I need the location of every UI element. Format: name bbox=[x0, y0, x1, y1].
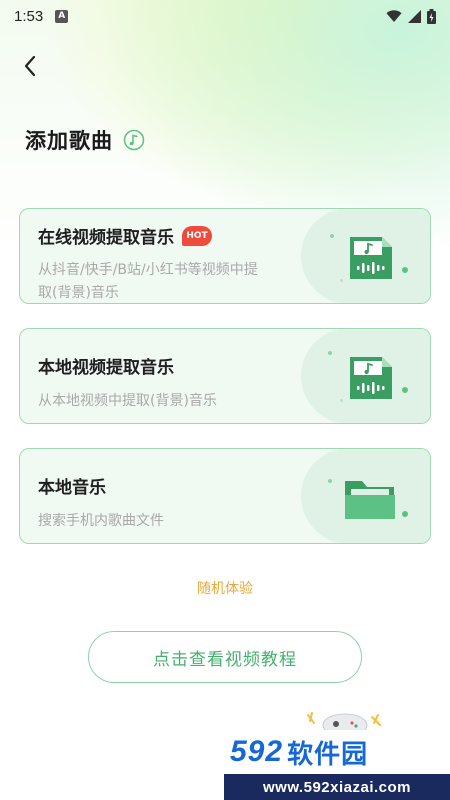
view-tutorial-button[interactable]: 点击查看视频教程 bbox=[88, 631, 362, 683]
card-online-video-extract[interactable]: 在线视频提取音乐 HOT 从抖音/快手/B站/小红书等视频中提 取(背景)音乐 bbox=[19, 208, 431, 304]
battery-icon bbox=[427, 8, 436, 24]
watermark-brand: 软件园 bbox=[287, 739, 369, 770]
card-description-line: 取(背景)音乐 bbox=[38, 285, 119, 301]
decoration-dot bbox=[402, 387, 408, 393]
folder-icon bbox=[345, 481, 395, 519]
card-local-video-extract[interactable]: 本地视频提取音乐 从本地视频中提取(背景)音乐 bbox=[19, 328, 431, 424]
random-experience-link[interactable]: 随机体验 bbox=[0, 578, 450, 598]
card-title: 本地音乐 bbox=[38, 478, 106, 498]
card-description-line: 搜索手机内歌曲文件 bbox=[38, 513, 164, 529]
chevron-left-icon bbox=[24, 55, 36, 77]
watermark-url: www.592xiazai.com bbox=[224, 774, 450, 800]
status-time: 1:53 bbox=[14, 7, 44, 25]
card-title: 在线视频提取音乐 bbox=[38, 228, 174, 248]
card-title-row: 本地音乐 bbox=[38, 473, 106, 498]
card-title-row: 在线视频提取音乐 HOT bbox=[38, 223, 212, 248]
hot-badge: HOT bbox=[182, 225, 212, 246]
music-file-icon bbox=[350, 357, 392, 399]
watermark-logo: 592 软件园 bbox=[224, 730, 450, 774]
music-note-icon bbox=[123, 129, 145, 151]
wifi-icon bbox=[386, 9, 402, 22]
page-title-row: 添加歌曲 bbox=[25, 125, 145, 155]
decoration-dot bbox=[402, 267, 408, 273]
back-button[interactable] bbox=[14, 50, 46, 82]
site-watermark: 592 软件园 www.592xiazai.com bbox=[224, 730, 450, 800]
signal-icon bbox=[408, 9, 421, 23]
notification-icon: A bbox=[55, 9, 69, 23]
status-bar: 1:53 A bbox=[0, 0, 450, 32]
card-title-row: 本地视频提取音乐 bbox=[38, 353, 174, 378]
decoration-dot bbox=[340, 279, 343, 282]
page-title: 添加歌曲 bbox=[25, 129, 113, 153]
music-file-icon bbox=[350, 237, 392, 279]
card-description: 搜索手机内歌曲文件 bbox=[38, 510, 328, 533]
card-description-line: 从本地视频中提取(背景)音乐 bbox=[38, 393, 217, 409]
status-icons bbox=[386, 8, 436, 24]
decoration-dot bbox=[340, 399, 343, 402]
card-local-music[interactable]: 本地音乐 搜索手机内歌曲文件 bbox=[19, 448, 431, 544]
decoration-dot bbox=[330, 234, 334, 238]
watermark-number: 592 bbox=[230, 735, 284, 768]
card-title: 本地视频提取音乐 bbox=[38, 358, 174, 378]
decoration-dot bbox=[328, 351, 332, 355]
card-description-line: 从抖音/快手/B站/小红书等视频中提 bbox=[38, 262, 258, 278]
card-description: 从本地视频中提取(背景)音乐 bbox=[38, 390, 328, 413]
decoration-dot bbox=[402, 511, 408, 517]
card-description: 从抖音/快手/B站/小红书等视频中提 取(背景)音乐 bbox=[38, 259, 328, 303]
decoration-dot bbox=[328, 479, 332, 483]
